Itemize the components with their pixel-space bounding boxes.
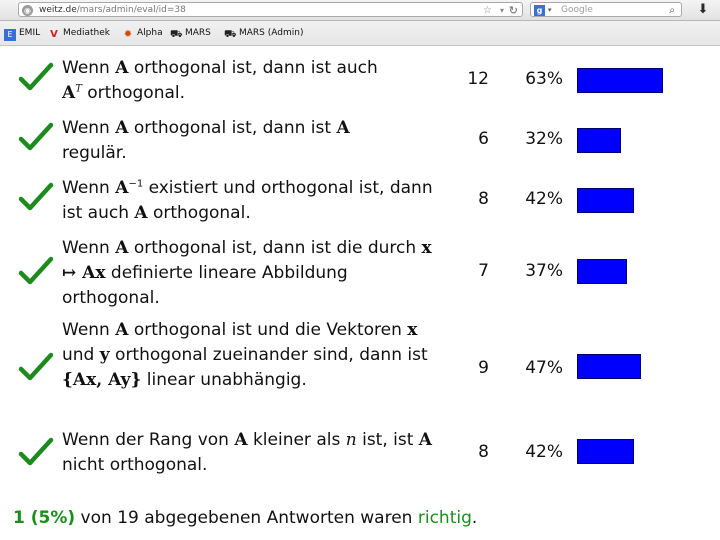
answer-text: Wenn A orthogonal ist, dann ist auch AT …	[62, 58, 378, 103]
mediathek-icon: V	[50, 29, 58, 40]
answer-text: Wenn A orthogonal ist, dann ist die durc…	[62, 238, 432, 308]
answer-bar	[577, 128, 621, 153]
address-bar[interactable]: ◉ weitz.de/mars/admin/eval/id=38 ☆ ▾ ↻	[18, 2, 523, 17]
bookmark-label: MARS (Admin)	[239, 28, 304, 38]
search-icon[interactable]: ⌕	[669, 3, 675, 18]
answer-text: Wenn der Rang von A kleiner als n ist, i…	[62, 430, 432, 475]
mars-icon: ⛟	[170, 29, 183, 40]
answer-percent: 47%	[525, 358, 563, 378]
emil-icon: E	[4, 29, 16, 41]
browser-toolbar: ◉ weitz.de/mars/admin/eval/id=38 ☆ ▾ ↻ g…	[0, 0, 720, 21]
check-icon	[18, 352, 54, 381]
answer-bar	[577, 259, 627, 284]
check-icon	[18, 62, 54, 91]
answer-bar	[577, 188, 634, 213]
alpha-icon: ✹	[123, 29, 133, 40]
answer-count: 6	[478, 129, 489, 149]
history-dropdown-icon[interactable]: ▾	[500, 3, 504, 18]
answer-count: 8	[478, 189, 489, 209]
summary-text: von 19 abgegebenen Antworten waren	[75, 508, 418, 528]
bookmark-star-icon[interactable]: ☆	[483, 3, 492, 18]
bookmark-label: Mediathek	[63, 28, 111, 38]
answer-text: Wenn A orthogonal ist, dann ist A regulä…	[62, 118, 350, 163]
mars-icon: ⛟	[224, 29, 237, 40]
url-path: /mars/admin/eval/id=38	[76, 5, 186, 15]
answer-count: 12	[467, 69, 489, 89]
bookmark-alpha[interactable]: ✹ Alpha	[122, 25, 163, 41]
bookmarks-toolbar: E EMIL V Mediathek ✹ Alpha ⛟ MARS ⛟ MARS (Adm…	[0, 21, 720, 46]
summary-line: 1 (5%) von 19 abgegebenen Antworten ware…	[13, 506, 477, 530]
answer-count: 7	[478, 261, 489, 281]
search-box[interactable]: g ▾ Google ⌕	[530, 2, 682, 17]
correct-word: richtig	[417, 508, 472, 528]
correct-count: 1 (5%)	[13, 508, 76, 528]
reload-icon[interactable]: ↻	[509, 3, 518, 18]
bookmark-label: MARS	[185, 28, 211, 38]
answer-bar	[577, 68, 663, 93]
answer-bar	[577, 439, 634, 464]
answer-count: 9	[478, 358, 489, 378]
bookmark-mars-admin[interactable]: ⛟ MARS (Admin)	[224, 25, 303, 41]
answer-percent: 32%	[525, 129, 563, 149]
answer-text: Wenn A orthogonal ist und die Vektoren x…	[62, 320, 428, 390]
answer-percent: 42%	[525, 442, 563, 462]
bookmark-mars[interactable]: ⛟ MARS	[170, 25, 211, 41]
check-icon	[18, 256, 54, 285]
bookmark-emil[interactable]: E EMIL	[4, 25, 40, 41]
bookmark-label: Alpha	[137, 28, 163, 38]
url-host: weitz.de	[39, 5, 77, 15]
answer-percent: 63%	[525, 69, 563, 89]
check-icon	[18, 122, 54, 151]
check-icon	[18, 182, 54, 211]
search-placeholder: Google	[561, 5, 593, 15]
bookmark-label: EMIL	[19, 28, 41, 38]
answer-percent: 37%	[525, 261, 563, 281]
google-icon[interactable]: g	[534, 5, 545, 16]
answer-count: 8	[478, 442, 489, 462]
site-identity-icon[interactable]: ◉	[22, 5, 33, 16]
search-engine-dropdown-icon[interactable]: ▾	[548, 3, 552, 18]
answer-text: Wenn A−1 existiert und orthogonal ist, d…	[62, 178, 433, 223]
check-icon	[18, 437, 54, 466]
answer-percent: 42%	[525, 189, 563, 209]
bookmark-mediathek[interactable]: V Mediathek	[48, 25, 110, 41]
downloads-icon[interactable]: ⬇	[688, 1, 718, 19]
answer-bar	[577, 354, 641, 379]
summary-end: .	[471, 508, 478, 528]
evaluation-results: Wenn A orthogonal ist, dann ist auch AT …	[0, 46, 720, 540]
